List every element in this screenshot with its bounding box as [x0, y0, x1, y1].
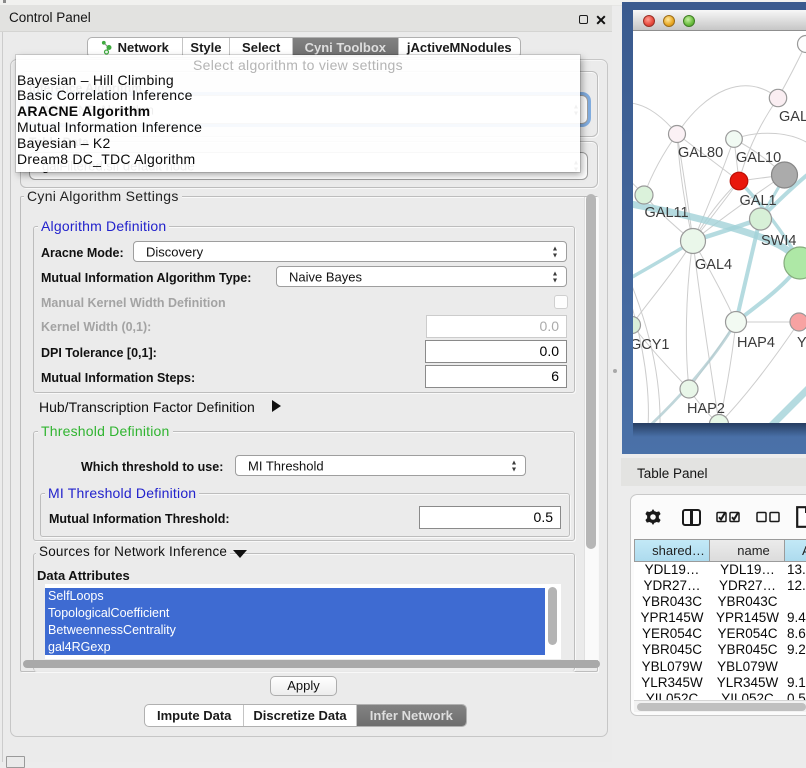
svg-text:HAP2: HAP2 — [687, 401, 725, 417]
svg-text:GAL10: GAL10 — [736, 150, 781, 166]
svg-text:HAP4: HAP4 — [737, 335, 775, 351]
svg-text:GCY1: GCY1 — [633, 337, 670, 353]
svg-text:GAL11: GAL11 — [645, 205, 689, 221]
svg-text:Y: Y — [797, 335, 806, 351]
svg-text:SWI4: SWI4 — [761, 233, 796, 249]
svg-text:GAL1: GAL1 — [740, 193, 777, 209]
svg-text:GAL4: GAL4 — [695, 257, 732, 273]
svg-text:GAL7: GAL7 — [779, 109, 806, 125]
svg-text:GAL80: GAL80 — [678, 145, 723, 161]
